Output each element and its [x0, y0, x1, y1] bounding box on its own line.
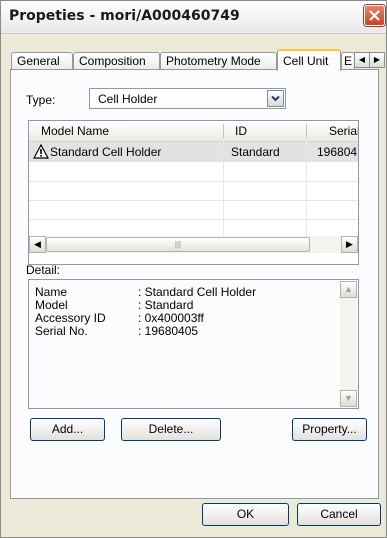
detail-label: Detail:	[26, 263, 61, 277]
left-arrow-icon: ◀	[358, 55, 366, 64]
right-arrow-icon: ▶	[373, 55, 381, 64]
right-arrow-icon: ▶	[346, 239, 353, 249]
list-item[interactable]: Standard Cell Holder Standard 196804	[29, 142, 358, 162]
tab-composition[interactable]: Composition	[73, 52, 160, 70]
cell-serial: 196804	[317, 145, 358, 159]
scroll-thumb[interactable]: |||	[46, 237, 310, 252]
down-arrow-icon: ▼	[344, 393, 353, 403]
type-select[interactable]: Cell Holder	[89, 88, 286, 109]
up-arrow-icon: ▲	[344, 284, 353, 294]
scroll-up-button[interactable]: ▲	[340, 281, 357, 298]
close-button[interactable]	[364, 5, 385, 26]
cell-unit-list[interactable]: Model Name ID Serial N Standard Cell Hol…	[28, 120, 359, 265]
column-header-model-name[interactable]: Model Name	[41, 124, 109, 138]
tab-e[interactable]: E	[341, 52, 355, 70]
properties-dialog: Propeties - mori/A000460749 General Comp…	[0, 0, 387, 538]
scroll-right-button[interactable]: ▶	[341, 236, 358, 253]
title-bar[interactable]: Propeties - mori/A000460749	[1, 1, 386, 34]
property-button[interactable]: Property...	[292, 418, 367, 441]
tab-scroll-right-button[interactable]: ▶	[369, 52, 385, 68]
type-select-value: Cell Holder	[98, 92, 158, 106]
tab-label: General	[17, 54, 60, 68]
column-gridline	[306, 141, 307, 237]
tab-cell-unit[interactable]: Cell Unit	[277, 49, 341, 71]
detail-key-serial-no: Serial No.	[35, 324, 88, 338]
tab-label: Cell Unit	[283, 54, 329, 68]
type-dropdown-button[interactable]	[267, 90, 284, 107]
column-header-serial[interactable]: Serial N	[329, 124, 358, 138]
grip-icon: |||	[174, 240, 182, 249]
tab-photometry-mode[interactable]: Photometry Mode	[160, 52, 277, 70]
tab-general[interactable]: General	[11, 52, 73, 70]
cancel-button[interactable]: Cancel	[297, 503, 381, 526]
column-divider[interactable]	[223, 124, 224, 138]
tab-label: Composition	[79, 54, 146, 68]
cell-id: Standard	[231, 145, 280, 159]
left-arrow-icon: ◀	[34, 239, 41, 249]
tab-scroll-left-button[interactable]: ◀	[354, 52, 370, 68]
column-gridline	[223, 141, 224, 237]
list-row-empty	[29, 162, 358, 182]
add-button[interactable]: Add...	[30, 418, 105, 441]
cell-model-name: Standard Cell Holder	[50, 145, 162, 159]
column-divider[interactable]	[306, 124, 307, 138]
type-label: Type:	[26, 93, 56, 107]
list-row-empty	[29, 181, 358, 201]
detail-textbox[interactable]: Name : Standard Cell Holder Model : Stan…	[28, 279, 359, 409]
ok-button[interactable]: OK	[202, 503, 289, 526]
vertical-scrollbar[interactable]: ▲ ▼	[340, 281, 357, 407]
tab-label: E	[344, 54, 353, 68]
tab-label: Photometry Mode	[166, 54, 261, 68]
horizontal-scrollbar[interactable]: ◀ ||| ▶	[29, 236, 358, 253]
window-title: Propeties - mori/A000460749	[9, 8, 240, 24]
scroll-left-button[interactable]: ◀	[29, 236, 46, 253]
list-header: Model Name ID Serial N	[29, 121, 358, 142]
column-header-id[interactable]: ID	[235, 124, 247, 138]
warning-icon	[32, 143, 50, 162]
detail-value-serial-no: : 19680405	[138, 324, 199, 338]
scroll-down-button[interactable]: ▼	[340, 390, 357, 407]
delete-button[interactable]: Delete...	[121, 418, 221, 441]
list-row-empty	[29, 200, 358, 220]
